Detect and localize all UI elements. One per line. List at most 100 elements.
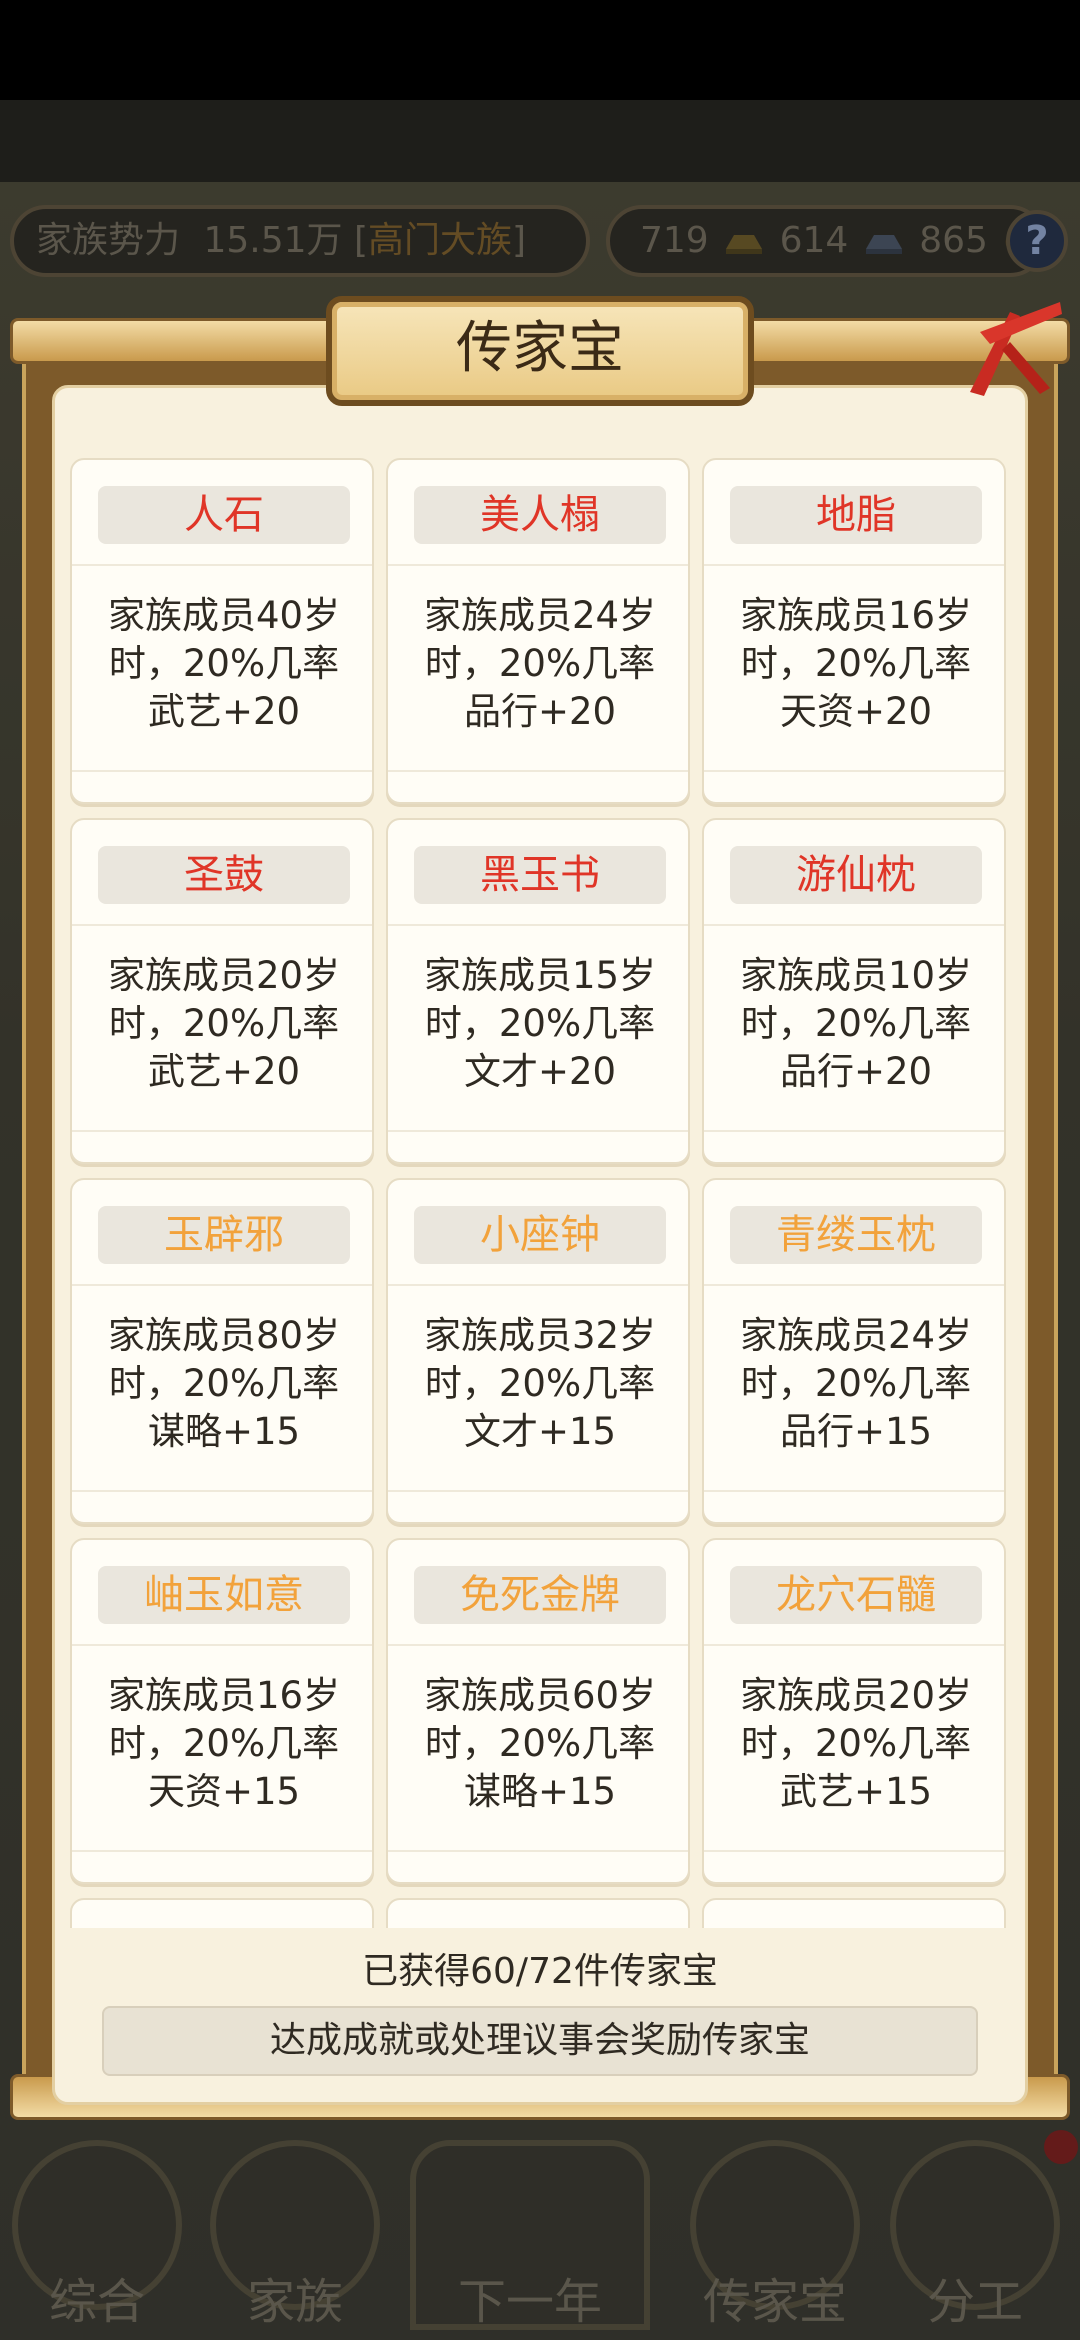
card-divider: [72, 924, 372, 926]
heirloom-card[interactable]: 地脂家族成员16岁 时，20%几率 天资+20: [702, 458, 1006, 804]
card-footer-line: [388, 1130, 688, 1132]
description-line: 家族成员20岁: [739, 1674, 973, 1717]
heirloom-name: 青缕玉枕: [730, 1206, 982, 1264]
heirloom-name: 龙穴石髓: [730, 1566, 982, 1624]
description-line: 武艺+20: [147, 690, 301, 733]
heirloom-description: 家族成员80岁 时，20%几率 谋略+15: [82, 1312, 366, 1456]
card-footer-line: [72, 1850, 372, 1852]
description-line: 时，20%几率: [740, 1362, 972, 1405]
description-line: 时，20%几率: [108, 1722, 340, 1765]
heirloom-card[interactable]: 免死金牌家族成员60岁 时，20%几率 谋略+15: [386, 1538, 690, 1884]
description-line: 文才+15: [463, 1410, 617, 1453]
description-line: 武艺+20: [147, 1050, 301, 1093]
card-footer-line: [388, 1490, 688, 1492]
heirloom-name: 玉辟邪: [98, 1206, 350, 1264]
card-divider: [72, 1644, 372, 1646]
collection-count: 已获得60/72件传家宝: [362, 1951, 718, 1992]
heirloom-card[interactable]: 美人榻家族成员24岁 时，20%几率 品行+20: [386, 458, 690, 804]
card-divider: [704, 924, 1004, 926]
heirloom-description: 家族成员24岁 时，20%几率 品行+20: [398, 592, 682, 736]
card-footer-line: [704, 1490, 1004, 1492]
description-line: 时，20%几率: [424, 642, 656, 685]
heirloom-name: 美人榻: [414, 486, 666, 544]
heirloom-card[interactable]: 游仙枕家族成员10岁 时，20%几率 品行+20: [702, 818, 1006, 1164]
description-line: 家族成员16岁: [107, 1674, 341, 1717]
heirloom-card[interactable]: 岫玉如意家族成员16岁 时，20%几率 天资+15: [70, 1538, 374, 1884]
description-line: 时，20%几率: [740, 642, 972, 685]
card-divider: [72, 1284, 372, 1286]
description-line: 家族成员32岁: [423, 1314, 657, 1357]
description-line: 品行+20: [779, 1050, 933, 1093]
description-line: 时，20%几率: [424, 1362, 656, 1405]
heirloom-card[interactable]: 青缕玉枕家族成员24岁 时，20%几率 品行+15: [702, 1178, 1006, 1524]
card-footer-line: [72, 1130, 372, 1132]
card-divider: [72, 564, 372, 566]
heirloom-description: 家族成员60岁 时，20%几率 谋略+15: [398, 1672, 682, 1816]
card-footer-line: [704, 1850, 1004, 1852]
modal-title: 传家宝: [456, 316, 624, 381]
heirloom-description: 家族成员24岁 时，20%几率 品行+15: [714, 1312, 998, 1456]
heirloom-description: 家族成员20岁 时，20%几率 武艺+20: [82, 952, 366, 1096]
description-line: 家族成员24岁: [423, 594, 657, 637]
heirloom-name: 免死金牌: [414, 1566, 666, 1624]
heirloom-description: 家族成员20岁 时，20%几率 武艺+15: [714, 1672, 998, 1816]
heirloom-description: 家族成员15岁 时，20%几率 文才+20: [398, 952, 682, 1096]
heirloom-name: 岫玉如意: [98, 1566, 350, 1624]
status-bar: [0, 0, 1080, 100]
card-footer-line: [72, 770, 372, 772]
heirloom-name: 小座钟: [414, 1206, 666, 1264]
description-line: 时，20%几率: [108, 1002, 340, 1045]
description-line: 品行+15: [779, 1410, 933, 1453]
heirloom-name: 圣鼓: [98, 846, 350, 904]
heirloom-card-partial[interactable]: [702, 1898, 1006, 1928]
card-divider: [704, 564, 1004, 566]
heirloom-card[interactable]: 龙穴石髓家族成员20岁 时，20%几率 武艺+15: [702, 1538, 1006, 1884]
description-line: 时，20%几率: [108, 1362, 340, 1405]
hint-bar: 达成成就或处理议事会奖励传家宝: [102, 2006, 978, 2076]
description-line: 天资+20: [779, 690, 933, 733]
heirloom-card[interactable]: 人石家族成员40岁 时，20%几率 武艺+20: [70, 458, 374, 804]
description-line: 家族成员16岁: [739, 594, 973, 637]
heirloom-description: 家族成员40岁 时，20%几率 武艺+20: [82, 592, 366, 736]
card-divider: [388, 564, 688, 566]
heirloom-grid: 人石 家族成员40岁 时，20%几率 武艺+20 美人榻 家族成员24岁 时，20%几率 品行…: [70, 458, 1010, 1928]
heirloom-card-partial[interactable]: [70, 1898, 374, 1928]
heirloom-description: 家族成员32岁 时，20%几率 文才+15: [398, 1312, 682, 1456]
description-line: 家族成员10岁: [739, 954, 973, 997]
description-line: 家族成员40岁: [107, 594, 341, 637]
card-divider: [388, 924, 688, 926]
heirloom-card[interactable]: 黑玉书家族成员15岁 时，20%几率 文才+20: [386, 818, 690, 1164]
description-line: 家族成员24岁: [739, 1314, 973, 1357]
heirloom-card[interactable]: 玉辟邪家族成员80岁 时，20%几率 谋略+15: [70, 1178, 374, 1524]
card-divider: [388, 1644, 688, 1646]
description-line: 家族成员15岁: [423, 954, 657, 997]
description-line: 家族成员60岁: [423, 1674, 657, 1717]
heirloom-name: 地脂: [730, 486, 982, 544]
close-icon[interactable]: [950, 292, 1070, 402]
heirloom-description: 家族成员16岁 时，20%几率 天资+15: [82, 1672, 366, 1816]
heirloom-description: 家族成员10岁 时，20%几率 品行+20: [714, 952, 998, 1096]
description-line: 时，20%几率: [424, 1722, 656, 1765]
heirloom-name: 游仙枕: [730, 846, 982, 904]
heirloom-name: 黑玉书: [414, 846, 666, 904]
description-line: 天资+15: [147, 1770, 301, 1813]
description-line: 时，20%几率: [108, 642, 340, 685]
description-line: 时，20%几率: [740, 1722, 972, 1765]
card-footer-line: [704, 1130, 1004, 1132]
description-line: 谋略+15: [147, 1410, 301, 1453]
description-line: 文才+20: [463, 1050, 617, 1093]
heirloom-card-partial[interactable]: [386, 1898, 690, 1928]
description-line: 家族成员80岁: [107, 1314, 341, 1357]
description-line: 时，20%几率: [424, 1002, 656, 1045]
heirloom-card[interactable]: 小座钟家族成员32岁 时，20%几率 文才+15: [386, 1178, 690, 1524]
description-line: 品行+20: [463, 690, 617, 733]
description-line: 时，20%几率: [740, 1002, 972, 1045]
card-divider: [704, 1644, 1004, 1646]
description-line: 武艺+15: [779, 1770, 933, 1813]
heirloom-card[interactable]: 圣鼓家族成员20岁 时，20%几率 武艺+20: [70, 818, 374, 1164]
card-divider: [704, 1284, 1004, 1286]
heirloom-description: 家族成员16岁 时，20%几率 天资+20: [714, 592, 998, 736]
heirloom-name: 人石: [98, 486, 350, 544]
card-footer-line: [388, 770, 688, 772]
description-line: 家族成员20岁: [107, 954, 341, 997]
